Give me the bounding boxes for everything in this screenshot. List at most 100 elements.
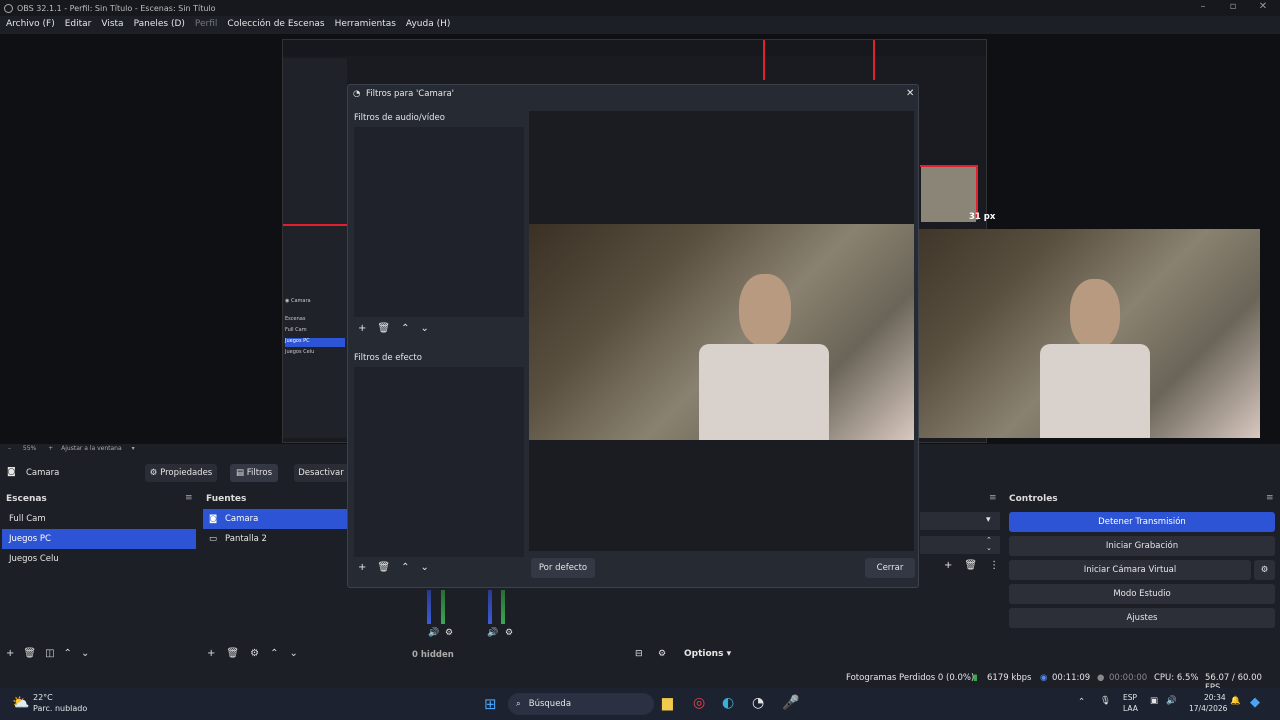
camera-feed-filter-preview [529, 224, 914, 440]
add-icon[interactable]: + [358, 562, 366, 573]
scene-item[interactable]: Full Cam [2, 509, 196, 529]
av-filters-label: Filtros de audio/vídeo [354, 113, 445, 123]
microphone-icon[interactable]: 🎤 [782, 695, 799, 711]
options-button[interactable]: Options ▾ [684, 649, 731, 659]
chevron-down-icon[interactable]: ⌄ [289, 648, 297, 659]
monitor-icon: ▭ [209, 534, 218, 544]
scene-item[interactable]: Juegos Celu [2, 549, 196, 569]
menu-perfil[interactable]: Perfil [195, 19, 218, 29]
camera-icon: ◙ [209, 514, 218, 524]
minimize-button[interactable]: – [1186, 0, 1220, 16]
chevron-down-icon[interactable]: ⌄ [420, 562, 428, 573]
virtual-camera-button[interactable]: Iniciar Cámara Virtual [1009, 560, 1251, 580]
source-item[interactable]: ▭ Pantalla 2 [203, 529, 347, 549]
stop-stream-button[interactable]: Detener Transmisión [1009, 512, 1275, 532]
gear-icon[interactable]: ⚙ [505, 628, 513, 638]
studio-mode-button[interactable]: Modo Estudio [1009, 584, 1275, 604]
zoom-bar: – 55% + Ajustar a la ventana ▾ [8, 445, 135, 452]
start-recording-button[interactable]: Iniciar Grabación [1009, 536, 1275, 556]
menu-herramientas[interactable]: Herramientas [335, 19, 396, 29]
gear-icon[interactable]: ⚙ [1254, 560, 1275, 580]
network-icon[interactable]: ▣ [1150, 696, 1158, 706]
chevron-down-icon[interactable]: ⌄ [420, 323, 428, 334]
chevron-up-icon[interactable]: ⌃ [401, 562, 409, 573]
bell-icon[interactable]: 🔔 [1230, 696, 1241, 706]
chevron-down-icon[interactable]: ▾ [132, 445, 135, 452]
panel-menu-icon[interactable]: ≡ [185, 493, 193, 503]
close-window-button[interactable]: ✕ [1246, 0, 1280, 16]
scene-item[interactable]: Juegos PC [2, 529, 196, 549]
chevron-up-icon[interactable]: ⌃ [401, 323, 409, 334]
av-filters-list[interactable] [354, 127, 524, 317]
camera-feed-preview[interactable] [890, 229, 1260, 438]
current-source: Camara [26, 468, 60, 478]
volume-icon[interactable]: 🔊 [487, 628, 498, 638]
menu-archivo[interactable]: Archivo (F) [6, 19, 55, 29]
language-code[interactable]: ESP [1123, 693, 1137, 702]
gear-icon[interactable]: ⚙ [250, 648, 259, 659]
gear-icon[interactable]: ⚙ [445, 628, 453, 638]
effect-filters-list[interactable] [354, 367, 524, 557]
search-box[interactable]: ⌕ Búsqueda [508, 693, 654, 715]
obs-icon[interactable]: ◔ [752, 695, 764, 711]
properties-button[interactable]: ⚙ Propiedades [145, 464, 217, 482]
weather-icon[interactable]: ⛅ [12, 695, 29, 711]
volume-icon[interactable]: 🔊 [428, 628, 439, 638]
trash-icon[interactable]: 🗑 [23, 648, 36, 659]
source-item[interactable]: ◙ Camara [203, 509, 347, 529]
menu-editar[interactable]: Editar [65, 19, 92, 29]
zoom-in-button[interactable]: + [48, 445, 53, 452]
chrome-icon[interactable]: ◎ [693, 695, 705, 711]
layout-icon[interactable]: ⊟ [635, 649, 643, 659]
add-icon[interactable]: + [944, 560, 952, 571]
chevron-up-icon[interactable]: ⌃ [270, 648, 278, 659]
menu-bar: Archivo (F) Editar Vista Paneles (D) Per… [0, 16, 1280, 32]
add-icon[interactable]: + [358, 323, 366, 334]
defaults-button[interactable]: Por defecto [531, 558, 595, 578]
chevron-up-icon[interactable]: ⌃ [1078, 697, 1085, 707]
start-icon[interactable]: ⊞ [484, 695, 497, 713]
close-icon[interactable]: ✕ [906, 88, 914, 99]
settings-icon[interactable]: ⚙ [658, 649, 666, 659]
sources-panel: Fuentes ◙ Camara ▭ Pantalla 2 + 🗑 ⚙ ⌃ ⌄ [201, 490, 347, 662]
hidden-count: 0 hidden [412, 650, 454, 660]
clock-date[interactable]: 17/4/2026 [1189, 704, 1227, 713]
panel-menu-icon[interactable]: ≡ [1266, 493, 1274, 503]
chevron-up-icon[interactable]: ⌃ [64, 648, 72, 659]
add-icon[interactable]: + [6, 648, 14, 659]
obs-logo-icon: ◔ [353, 89, 361, 99]
filters-button[interactable]: ▤ Filtros [230, 464, 278, 482]
camera-icon: ◙ [7, 467, 16, 477]
more-icon[interactable]: ⋮ [989, 560, 999, 571]
trash-icon[interactable]: 🗑 [377, 562, 390, 573]
menu-paneles[interactable]: Paneles (D) [134, 19, 185, 29]
filter-icon[interactable]: ◫ [45, 648, 54, 659]
folder-icon[interactable]: ▆ [662, 695, 673, 711]
chevron-down-icon[interactable]: ⌄ [81, 648, 89, 659]
volume-icon[interactable]: 🔊 [1166, 696, 1177, 706]
record-icon: ● [1097, 673, 1105, 683]
menu-ayuda[interactable]: Ayuda (H) [406, 19, 450, 29]
weather-temp: 22°C [33, 693, 53, 702]
add-icon[interactable]: + [207, 648, 215, 659]
deactivate-button[interactable]: Desactivar [294, 464, 348, 482]
settings-button[interactable]: Ajustes [1009, 608, 1275, 628]
clock-time[interactable]: 20:34 [1204, 693, 1226, 702]
menu-vista[interactable]: Vista [101, 19, 123, 29]
fit-window[interactable]: Ajustar a la ventana [61, 445, 122, 452]
trash-icon[interactable]: 🗑 [226, 648, 239, 659]
trash-icon[interactable]: 🗑 [964, 560, 977, 571]
close-button[interactable]: Cerrar [865, 558, 915, 578]
copilot-icon[interactable]: ◆ [1250, 695, 1260, 710]
duration-spin[interactable]: ⌃ ⌄ [920, 536, 1000, 554]
trash-icon[interactable]: 🗑 [377, 323, 390, 334]
microphone-icon[interactable]: 🎙 [1100, 696, 1111, 706]
language-layout[interactable]: LAA [1123, 704, 1138, 713]
menu-coleccion[interactable]: Colección de Escenas [227, 19, 324, 29]
maximize-button[interactable]: ▫ [1216, 0, 1250, 16]
edge-icon[interactable]: ◐ [722, 695, 734, 711]
panel-menu-icon[interactable]: ≡ [989, 493, 997, 503]
transition-select[interactable]: ▾ [920, 512, 1000, 530]
dialog-title: Filtros para 'Camara' [366, 89, 454, 99]
zoom-out-button[interactable]: – [8, 445, 11, 452]
